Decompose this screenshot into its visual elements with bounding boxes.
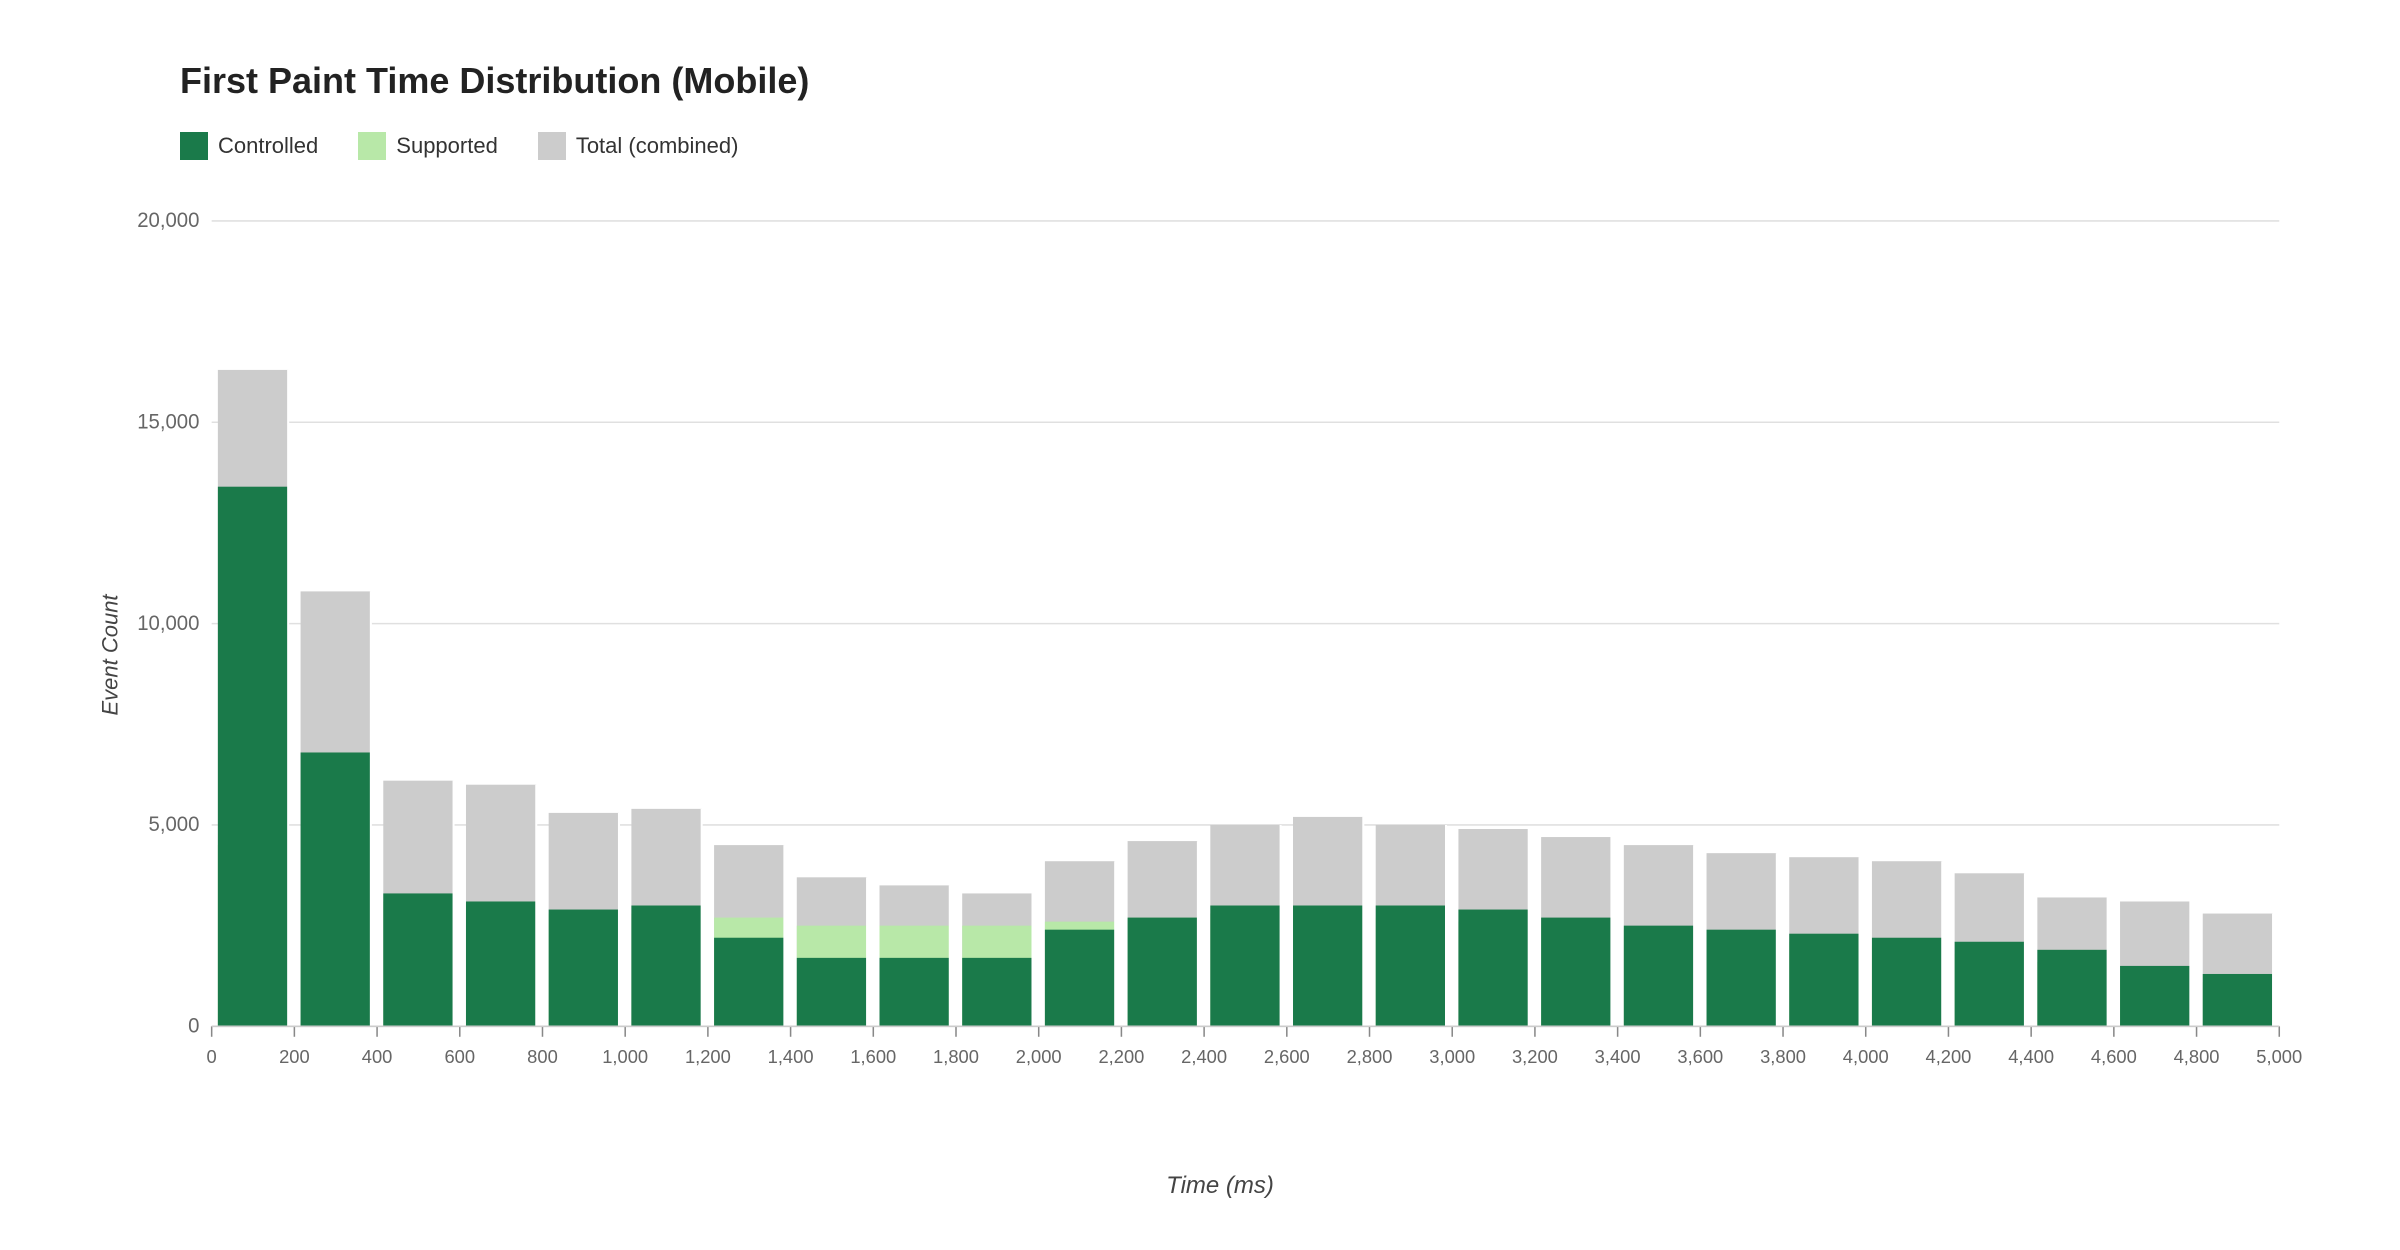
svg-text:3,200: 3,200 bbox=[1512, 1046, 1558, 1067]
legend-controlled: Controlled bbox=[180, 132, 318, 160]
svg-text:3,600: 3,600 bbox=[1677, 1046, 1723, 1067]
svg-text:400: 400 bbox=[362, 1046, 393, 1067]
legend: Controlled Supported Total (combined) bbox=[180, 132, 2320, 160]
svg-text:1,200: 1,200 bbox=[685, 1046, 731, 1067]
svg-text:200: 200 bbox=[279, 1046, 310, 1067]
svg-text:800: 800 bbox=[527, 1046, 558, 1067]
total-label: Total (combined) bbox=[576, 133, 739, 159]
svg-text:2,000: 2,000 bbox=[1016, 1046, 1062, 1067]
svg-text:1,400: 1,400 bbox=[768, 1046, 814, 1067]
svg-text:2,600: 2,600 bbox=[1264, 1046, 1310, 1067]
svg-text:0: 0 bbox=[207, 1046, 217, 1067]
chart-area: Event Count Time (ms) 05,00010,00015,000… bbox=[120, 200, 2320, 1110]
svg-text:1,000: 1,000 bbox=[602, 1046, 648, 1067]
y-axis-label: Event Count bbox=[98, 594, 124, 715]
svg-text:2,400: 2,400 bbox=[1181, 1046, 1227, 1067]
svg-text:5,000: 5,000 bbox=[149, 813, 200, 836]
svg-text:4,000: 4,000 bbox=[1843, 1046, 1889, 1067]
svg-text:2,800: 2,800 bbox=[1347, 1046, 1393, 1067]
svg-text:4,200: 4,200 bbox=[1926, 1046, 1972, 1067]
supported-swatch bbox=[358, 132, 386, 160]
svg-text:2,200: 2,200 bbox=[1098, 1046, 1144, 1067]
controlled-swatch bbox=[180, 132, 208, 160]
legend-supported: Supported bbox=[358, 132, 498, 160]
total-swatch bbox=[538, 132, 566, 160]
svg-text:4,800: 4,800 bbox=[2174, 1046, 2220, 1067]
svg-text:3,400: 3,400 bbox=[1595, 1046, 1641, 1067]
x-axis-label: Time (ms) bbox=[1166, 1172, 1274, 1200]
svg-text:4,600: 4,600 bbox=[2091, 1046, 2137, 1067]
chart-title: First Paint Time Distribution (Mobile) bbox=[180, 60, 2320, 102]
chart-container: First Paint Time Distribution (Mobile) C… bbox=[0, 0, 2400, 1250]
controlled-label: Controlled bbox=[218, 133, 318, 159]
legend-total: Total (combined) bbox=[538, 132, 739, 160]
svg-text:20,000: 20,000 bbox=[137, 209, 199, 232]
svg-text:1,800: 1,800 bbox=[933, 1046, 979, 1067]
chart-svg: 0 5,000 10,000 15,000 20,000 0 200 400 600 800 1,0… bbox=[120, 200, 2320, 1110]
svg-text:10,000: 10,000 bbox=[137, 612, 199, 635]
svg-text:4,400: 4,400 bbox=[2008, 1046, 2054, 1067]
svg-text:1,600: 1,600 bbox=[850, 1046, 896, 1067]
svg-text:3,000: 3,000 bbox=[1429, 1046, 1475, 1067]
svg-text:15,000: 15,000 bbox=[137, 410, 199, 433]
svg-text:0: 0 bbox=[188, 1014, 199, 1037]
svg-text:600: 600 bbox=[444, 1046, 475, 1067]
supported-label: Supported bbox=[396, 133, 498, 159]
svg-text:3,800: 3,800 bbox=[1760, 1046, 1806, 1067]
svg-text:5,000: 5,000 bbox=[2256, 1046, 2302, 1067]
